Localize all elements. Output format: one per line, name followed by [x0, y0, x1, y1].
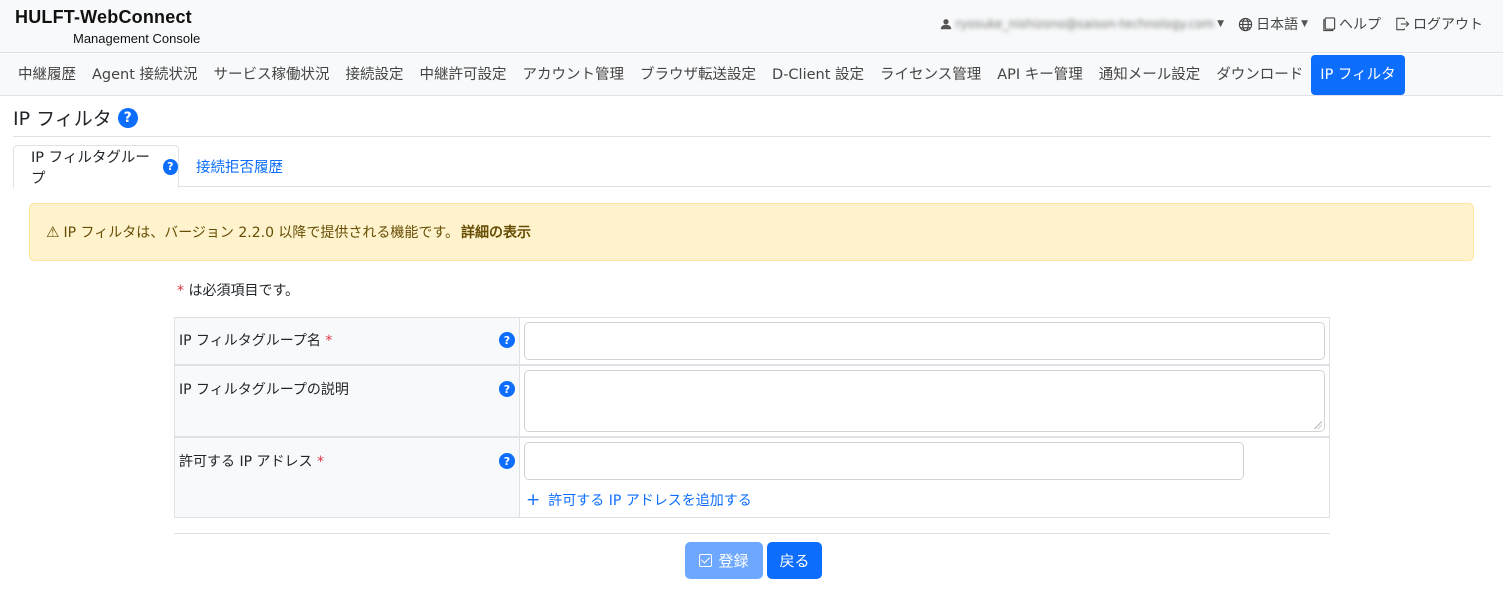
- brand-subtitle: Management Console: [73, 31, 201, 46]
- name-label-text: IP フィルタグループ名: [179, 333, 321, 349]
- main-nav: 中継履歴 Agent 接続状況 サービス稼働状況 接続設定 中継許可設定 アカウ…: [0, 54, 1503, 96]
- nav-item-browser-transfer[interactable]: ブラウザ転送設定: [632, 54, 764, 96]
- back-button[interactable]: 戻る: [767, 542, 822, 579]
- logout-link[interactable]: ログアウト: [1395, 14, 1483, 34]
- group-name-input[interactable]: [524, 322, 1325, 360]
- brand-title: HULFT-WebConnect: [15, 7, 192, 27]
- app-header: HULFT-WebConnect Management Console ryos…: [0, 0, 1503, 53]
- name-cell: [520, 318, 1329, 364]
- chevron-down-icon: ▼: [1217, 19, 1225, 29]
- globe-icon: [1238, 17, 1253, 31]
- page-title: IP フィルタ ?: [13, 104, 138, 131]
- info-alert: ⚠ IP フィルタは、バージョン 2.2.0 以降で提供される機能です。 詳細の…: [29, 203, 1474, 261]
- nav-item-relay-history[interactable]: 中継履歴: [10, 54, 84, 96]
- help-link[interactable]: ヘルプ: [1322, 14, 1381, 34]
- tab-ip-filter-group[interactable]: IP フィルタグループ ?: [13, 145, 179, 188]
- nav-item-account-management[interactable]: アカウント管理: [515, 54, 633, 96]
- divider: [174, 533, 1330, 534]
- allowed-ip-label-text: 許可する IP アドレス: [179, 454, 313, 470]
- help-icon[interactable]: ?: [499, 332, 515, 348]
- book-icon: [1323, 16, 1336, 31]
- logout-label: ログアウト: [1413, 17, 1483, 33]
- form-row-description: IP フィルタグループの説明 ?: [175, 366, 1329, 438]
- chevron-down-icon: ▼: [1301, 19, 1308, 29]
- allowed-ip-label: 許可する IP アドレス * ?: [175, 438, 520, 517]
- nav-item-agent-status[interactable]: Agent 接続状況: [84, 54, 206, 96]
- required-mark: *: [325, 333, 333, 349]
- nav-item-notification-mail[interactable]: 通知メール設定: [1091, 54, 1209, 96]
- allowed-ip-cell: + 許可する IP アドレスを追加する: [520, 438, 1329, 517]
- header-menu: ryosuke_nishizono@saison-technology.com …: [940, 14, 1483, 34]
- allowed-ip-input[interactable]: [524, 442, 1244, 480]
- form-row-allowed-ip: 許可する IP アドレス * ? + 許可する IP アドレスを追加する: [175, 438, 1329, 517]
- nav-item-license-management[interactable]: ライセンス管理: [872, 54, 989, 96]
- register-label: 登録: [718, 552, 749, 570]
- add-ip-address-link[interactable]: + 許可する IP アドレスを追加する: [526, 490, 752, 510]
- divider: [13, 136, 1491, 137]
- required-note-text: は必須項目です。: [188, 283, 300, 299]
- nav-item-connection-settings[interactable]: 接続設定: [338, 54, 412, 96]
- check-square-icon: [699, 554, 713, 567]
- warning-icon: ⚠: [46, 223, 60, 241]
- description-label: IP フィルタグループの説明 ?: [175, 366, 520, 436]
- register-button[interactable]: 登録: [685, 542, 763, 579]
- help-label: ヘルプ: [1339, 17, 1381, 33]
- ip-filter-group-form: IP フィルタグループ名 * ? IP フィルタグループの説明 ? 許可する I…: [174, 317, 1330, 518]
- nav-item-relay-permission[interactable]: 中継許可設定: [412, 54, 515, 96]
- description-label-text: IP フィルタグループの説明: [179, 382, 349, 398]
- add-ip-address-label: 許可する IP アドレスを追加する: [548, 493, 752, 509]
- nav-item-ip-filter[interactable]: IP フィルタ: [1311, 55, 1405, 95]
- language-menu[interactable]: 日本語 ▼: [1238, 14, 1308, 34]
- user-icon: [941, 19, 952, 30]
- plus-icon: +: [526, 490, 541, 510]
- details-link[interactable]: 詳細の表示: [461, 222, 531, 242]
- help-icon[interactable]: ?: [499, 453, 515, 469]
- logout-icon: [1396, 17, 1410, 31]
- required-note: * は必須項目です。: [177, 280, 299, 300]
- name-label: IP フィルタグループ名 * ?: [175, 318, 520, 364]
- alert-text: IP フィルタは、バージョン 2.2.0 以降で提供される機能です。: [63, 225, 460, 241]
- user-email: ryosuke_nishizono@saison-technology.com: [955, 17, 1215, 31]
- nav-item-service-status[interactable]: サービス稼働状況: [206, 54, 338, 96]
- required-mark: *: [177, 283, 184, 299]
- required-mark: *: [316, 454, 324, 470]
- page-title-text: IP フィルタ: [13, 108, 112, 130]
- resize-handle[interactable]: [1314, 421, 1322, 429]
- help-icon[interactable]: ?: [499, 381, 515, 397]
- description-textarea[interactable]: [524, 370, 1325, 432]
- tab-rejection-history[interactable]: 接続拒否履歴: [196, 145, 283, 187]
- sub-tabs: IP フィルタグループ ? 接続拒否履歴: [13, 145, 1491, 188]
- help-icon[interactable]: ?: [162, 158, 178, 175]
- user-menu[interactable]: ryosuke_nishizono@saison-technology.com …: [940, 17, 1224, 31]
- help-icon[interactable]: ?: [117, 107, 138, 128]
- language-label: 日本語: [1256, 17, 1299, 33]
- description-cell: [520, 366, 1329, 436]
- form-row-name: IP フィルタグループ名 * ?: [175, 318, 1329, 366]
- tab-label: IP フィルタグループ: [31, 149, 150, 187]
- nav-item-dclient-settings[interactable]: D-Client 設定: [764, 54, 872, 96]
- nav-item-api-key[interactable]: API キー管理: [989, 54, 1091, 96]
- nav-item-download[interactable]: ダウンロード: [1208, 54, 1311, 96]
